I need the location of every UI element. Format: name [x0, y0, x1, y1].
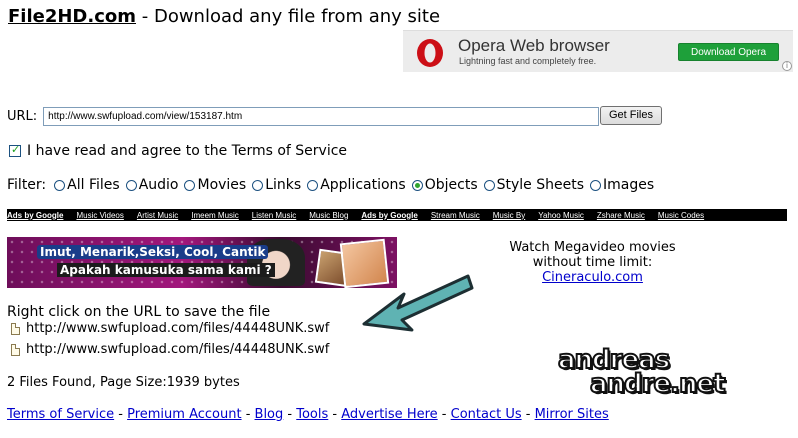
filter-option-objects[interactable]: Objects: [411, 177, 478, 193]
filter-option-label: Audio: [138, 177, 179, 193]
footer-separator: -: [521, 407, 535, 422]
footer-separator: -: [114, 407, 128, 422]
ad-link[interactable]: Stream Music: [431, 211, 480, 220]
radio-audio[interactable]: [125, 179, 137, 191]
opera-logo-icon: [417, 39, 443, 67]
filter-option-label: Applications: [320, 177, 406, 193]
radio-links[interactable]: [252, 179, 264, 191]
filter-row: Filter: All Files Audio Movies Links App…: [7, 177, 660, 193]
file-icon: [11, 322, 20, 335]
ads-by-google-link[interactable]: Ads by Google: [361, 211, 417, 220]
download-opera-button[interactable]: Download Opera: [678, 43, 779, 61]
filter-option-applications[interactable]: Applications: [307, 177, 406, 193]
file-url[interactable]: http://www.swfupload.com/files/44448UNK.…: [26, 321, 329, 336]
arrow-icon: [362, 274, 474, 332]
ad-link[interactable]: Music Blog: [309, 211, 348, 220]
footer-link-mirror[interactable]: Mirror Sites: [535, 407, 609, 422]
watermark-line: andre.net: [589, 369, 727, 399]
opera-ad-title: Opera Web browser: [458, 36, 610, 55]
footer-separator: -: [241, 407, 255, 422]
ad-link[interactable]: Music Videos: [76, 211, 123, 220]
terms-agree-row[interactable]: I have read and agree to the Terms of Se…: [9, 143, 347, 159]
opera-ad-banner[interactable]: Opera Web browser Lightning fast and com…: [403, 30, 793, 72]
footer-separator: -: [328, 407, 342, 422]
file-result-row[interactable]: http://www.swfupload.com/files/44448UNK.…: [11, 342, 329, 357]
filter-option-label: Objects: [424, 177, 478, 193]
file-icon: [11, 343, 20, 356]
get-files-button[interactable]: Get Files: [600, 106, 662, 125]
promo-banner[interactable]: Imut, Menarik,Seksi, Cool, Cantik Apakah…: [7, 237, 397, 288]
ad-link[interactable]: Zshare Music: [597, 211, 645, 220]
megavideo-text: without time limit:: [532, 255, 653, 270]
ad-info-icon[interactable]: i: [782, 61, 792, 71]
ad-link[interactable]: Music By: [493, 211, 525, 220]
ad-link[interactable]: Imeem Music: [191, 211, 239, 220]
cineraculo-link[interactable]: Cineraculo.com: [480, 270, 705, 285]
radio-applications[interactable]: [307, 179, 319, 191]
banner-subline: Apakah kamusuka sama kami ?: [57, 263, 275, 277]
file-result-row[interactable]: http://www.swfupload.com/files/44448UNK.…: [11, 321, 329, 336]
ad-link[interactable]: Music Codes: [658, 211, 704, 220]
filter-option-images[interactable]: Images: [590, 177, 654, 193]
megavideo-text: Watch Megavideo movies: [509, 240, 676, 255]
watermark-logo: andreas andre.net: [557, 346, 727, 399]
filter-option-links[interactable]: Links: [252, 177, 301, 193]
footer-links: Terms of Service - Premium Account - Blo…: [7, 407, 609, 422]
ad-link[interactable]: Listen Music: [252, 211, 296, 220]
terms-agree-label: I have read and agree to the Terms of Se…: [27, 143, 348, 159]
ads-by-google-link[interactable]: Ads by Google: [7, 211, 63, 220]
footer-link-tools[interactable]: Tools: [296, 407, 328, 422]
filter-option-label: Movies: [197, 177, 247, 193]
filter-option-style-sheets[interactable]: Style Sheets: [483, 177, 584, 193]
ad-link[interactable]: Artist Music: [137, 211, 178, 220]
filter-option-label: Links: [265, 177, 302, 193]
ad-link[interactable]: Yahoo Music: [538, 211, 584, 220]
page-header: File2HD.com - Download any file from any…: [8, 6, 440, 27]
radio-images[interactable]: [590, 179, 601, 191]
radio-movies[interactable]: [184, 179, 196, 191]
filter-option-label: All Files: [67, 177, 120, 193]
url-label: URL:: [7, 108, 38, 124]
filter-option-all-files[interactable]: All Files: [54, 177, 120, 193]
footer-separator: -: [437, 407, 451, 422]
site-brand-link[interactable]: File2HD.com: [8, 6, 136, 27]
results-summary: 2 Files Found, Page Size:1939 bytes: [7, 375, 240, 390]
url-input[interactable]: [43, 106, 600, 126]
footer-link-premium[interactable]: Premium Account: [127, 407, 241, 422]
footer-link-terms[interactable]: Terms of Service: [7, 407, 114, 422]
file-url[interactable]: http://www.swfupload.com/files/44448UNK.…: [26, 342, 329, 357]
filter-option-movies[interactable]: Movies: [184, 177, 246, 193]
results-title: Right click on the URL to save the file: [7, 304, 271, 320]
google-ads-bar: Ads by Google Music Videos Artist Music …: [7, 209, 787, 221]
radio-all-files[interactable]: [54, 179, 66, 191]
radio-objects[interactable]: [411, 179, 423, 191]
footer-link-blog[interactable]: Blog: [255, 407, 284, 422]
filter-option-label: Images: [603, 177, 655, 193]
footer-separator: -: [283, 407, 297, 422]
filter-option-audio[interactable]: Audio: [125, 177, 179, 193]
filter-option-label: Style Sheets: [496, 177, 584, 193]
opera-ad-tagline: Lightning fast and completely free.: [459, 56, 597, 66]
radio-style-sheets[interactable]: [483, 179, 495, 191]
terms-checkbox[interactable]: [9, 143, 21, 157]
footer-link-advertise[interactable]: Advertise Here: [341, 407, 437, 422]
site-tagline: - Download any file from any site: [136, 6, 441, 27]
megavideo-promo: Watch Megavideo movies without time limi…: [480, 240, 705, 285]
filter-label: Filter:: [7, 177, 47, 193]
footer-link-contact[interactable]: Contact Us: [451, 407, 522, 422]
url-row: URL:: [7, 106, 600, 126]
banner-headline: Imut, Menarik,Seksi, Cool, Cantik: [37, 245, 269, 259]
